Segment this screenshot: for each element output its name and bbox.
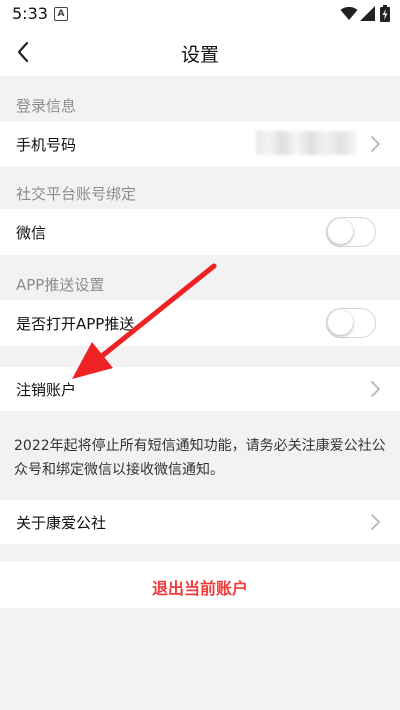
annotation-arrow xyxy=(72,263,217,379)
